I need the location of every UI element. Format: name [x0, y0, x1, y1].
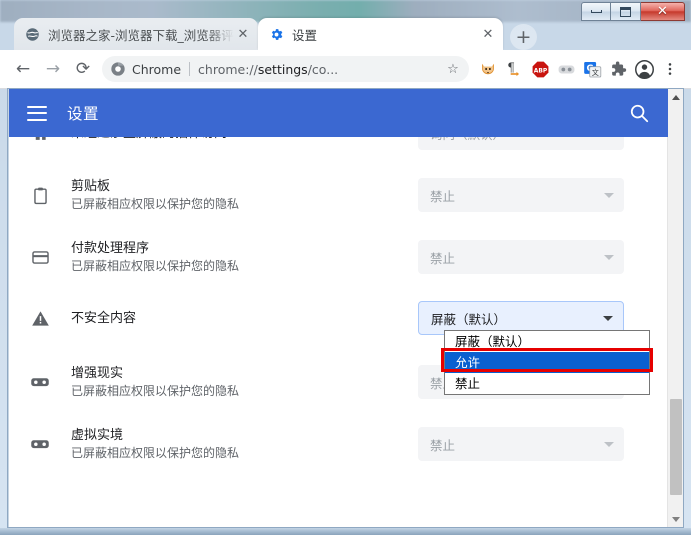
url-highlight: settings — [257, 61, 308, 77]
select-value: 禁止 — [430, 437, 456, 453]
new-tab-button[interactable]: + — [510, 24, 537, 50]
tab-settings[interactable]: 设置 ✕ — [258, 18, 503, 50]
permission-row-payment-handlers[interactable]: 付款处理程序 已屏蔽相应权限以保护您的隐私 禁止 — [9, 233, 644, 281]
settings-appbar: 设置 — [9, 89, 668, 137]
window-controls: ✕ — [581, 2, 685, 21]
page-scrollbar[interactable] — [667, 89, 683, 527]
dropdown-option-allow[interactable]: 允许 — [445, 352, 649, 373]
scroll-down-button[interactable] — [668, 511, 683, 527]
back-button[interactable]: ← — [8, 54, 38, 84]
omnibox-url: chrome://settings/co... — [198, 62, 443, 77]
permission-subtitle: 已屏蔽相应权限以保护您的隐私 — [71, 446, 240, 460]
tab-title: 浏览器之家-浏览器下载_浏览器评 — [48, 27, 234, 43]
permission-title: 虚拟实境 — [71, 428, 124, 443]
pilcrow-extension-icon[interactable]: ¶ — [501, 56, 527, 82]
tab-title: 设置 — [292, 27, 318, 43]
adblock-plus-icon[interactable]: ABP — [527, 56, 553, 82]
settings-page: 设置 未经过沙盒屏蔽的插件访问 — [8, 89, 683, 527]
select-value: 屏蔽（默认） — [431, 311, 507, 327]
profile-avatar-icon[interactable] — [631, 56, 657, 82]
url-suffix: /co... — [307, 61, 339, 77]
clipboard-icon — [29, 184, 51, 206]
chevron-down-icon — [672, 516, 680, 522]
permission-title: 增强现实 — [71, 366, 124, 381]
gear-icon — [268, 26, 284, 42]
grey-panel-extension-icon[interactable] — [553, 56, 579, 82]
page-title: 设置 — [67, 105, 100, 123]
svg-text:ABP: ABP — [533, 67, 547, 74]
payment-card-icon — [29, 246, 51, 268]
permission-select-virtual-reality[interactable]: 禁止 — [418, 427, 624, 461]
scrollbar-thumb[interactable] — [670, 399, 682, 495]
window-bottom-edge — [0, 528, 691, 535]
select-value: 禁止 — [430, 188, 456, 204]
chevron-up-icon — [672, 94, 680, 100]
permission-title: 不安全内容 — [71, 310, 137, 326]
permission-subtitle: 已屏蔽相应权限以保护您的隐私 — [71, 197, 240, 211]
permission-title: 剪贴板 — [71, 179, 111, 194]
tab-close-button[interactable]: ✕ — [479, 25, 497, 43]
chevron-down-icon — [604, 254, 614, 260]
vr-goggles-icon — [29, 371, 51, 393]
permission-select-payment-handlers[interactable]: 禁止 — [418, 240, 624, 274]
close-window-button[interactable]: ✕ — [641, 2, 685, 21]
settings-permissions-list: 未经过沙盒屏蔽的插件访问 询问（默认） 剪贴板 已屏蔽相应权限以保护您 — [9, 116, 668, 527]
tab-browser-home[interactable]: 浏览器之家-浏览器下载_浏览器评 ✕ — [14, 18, 258, 50]
chrome-security-icon — [110, 61, 126, 77]
url-prefix: chrome:// — [198, 61, 258, 77]
warning-triangle-icon — [29, 307, 51, 329]
permission-text: 增强现实 已屏蔽相应权限以保护您的隐私 — [71, 365, 418, 399]
permission-title: 付款处理程序 — [71, 241, 150, 256]
select-value: 禁止 — [430, 250, 456, 266]
chevron-down-icon — [604, 441, 614, 447]
google-translate-icon[interactable]: G 文 — [579, 56, 605, 82]
browser-window: ✕ 浏览器之家-浏览器下载_浏览器评 ✕ 设置 ✕ + ← → ⟳ Chrome… — [0, 0, 691, 535]
permission-text: 虚拟实境 已屏蔽相应权限以保护您的隐私 — [71, 427, 418, 461]
search-icon[interactable] — [628, 102, 650, 124]
globe-icon — [24, 26, 40, 42]
tab-close-button[interactable]: ✕ — [234, 25, 252, 43]
hamburger-menu-icon[interactable] — [27, 105, 47, 121]
scroll-up-button[interactable] — [668, 89, 683, 105]
omnibox-separator — [189, 62, 191, 76]
permission-subtitle: 已屏蔽相应权限以保护您的隐私 — [71, 384, 240, 398]
bookmark-star-icon[interactable]: ☆ — [443, 62, 463, 77]
dropdown-option-deny[interactable]: 禁止 — [445, 373, 649, 394]
permission-text: 剪贴板 已屏蔽相应权限以保护您的隐私 — [71, 178, 418, 212]
browser-toolbar: ← → ⟳ Chrome chrome://settings/co... ☆ ¶… — [0, 50, 691, 89]
minimize-button[interactable] — [581, 2, 611, 21]
omnibox-chip-label: Chrome — [132, 61, 182, 77]
insecure-content-dropdown-list[interactable]: 屏蔽（默认） 允许 禁止 — [444, 330, 650, 395]
maximize-button[interactable] — [611, 2, 641, 21]
permission-row-clipboard[interactable]: 剪贴板 已屏蔽相应权限以保护您的隐私 禁止 — [9, 171, 644, 219]
forward-button[interactable]: → — [38, 54, 68, 84]
permission-text: 付款处理程序 已屏蔽相应权限以保护您的隐私 — [71, 240, 418, 274]
extensions-puzzle-icon[interactable] — [605, 56, 631, 82]
maximize-icon — [620, 6, 631, 17]
close-icon: ✕ — [657, 4, 668, 19]
dropdown-option-block[interactable]: 屏蔽（默认） — [445, 331, 649, 352]
permission-text: 不安全内容 — [71, 310, 418, 327]
chevron-down-icon — [603, 315, 613, 321]
minimize-icon — [590, 10, 602, 13]
chevron-down-icon — [604, 192, 614, 198]
permission-row-virtual-reality[interactable]: 虚拟实境 已屏蔽相应权限以保护您的隐私 禁止 — [9, 420, 644, 468]
svg-text:文: 文 — [591, 68, 598, 77]
permission-subtitle: 已屏蔽相应权限以保护您的隐私 — [71, 259, 240, 273]
fox-extension-icon[interactable] — [475, 56, 501, 82]
address-bar[interactable]: Chrome chrome://settings/co... ☆ — [102, 56, 469, 82]
vr-goggles-icon — [29, 433, 51, 455]
tab-strip: 浏览器之家-浏览器下载_浏览器评 ✕ 设置 ✕ + — [0, 16, 691, 50]
reload-button[interactable]: ⟳ — [68, 54, 98, 84]
svg-text:¶: ¶ — [507, 61, 514, 75]
permission-select-clipboard[interactable]: 禁止 — [418, 178, 624, 212]
chrome-menu-icon[interactable] — [657, 56, 683, 82]
